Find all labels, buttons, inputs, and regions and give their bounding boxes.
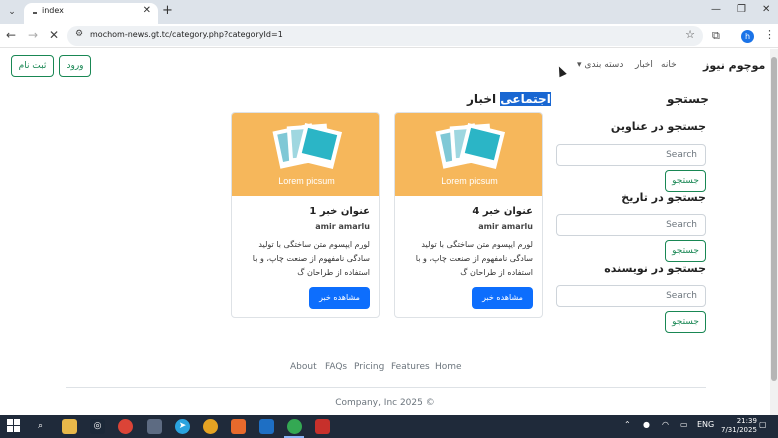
close-window-icon[interactable]: ✕ bbox=[762, 4, 770, 15]
nav-news[interactable]: اخبار bbox=[635, 60, 653, 70]
search-placeholder: Search bbox=[666, 150, 697, 160]
language-indicator[interactable]: ENG bbox=[697, 420, 714, 429]
search-placeholder: Search bbox=[666, 220, 697, 230]
tab-title: index bbox=[42, 6, 64, 15]
footer-link-pricing[interactable]: Pricing bbox=[354, 362, 384, 372]
app-icon[interactable] bbox=[315, 419, 330, 434]
login-button[interactable]: ورود bbox=[59, 55, 91, 77]
caret-down-icon: ▾ bbox=[577, 60, 582, 70]
web-page: موچوم نیوز خانه اخبار ▾ دسته بندی ورود ث… bbox=[0, 49, 770, 415]
heading-prefix: اخبار bbox=[467, 92, 497, 106]
system-clock[interactable]: 21:39 7/31/2025 bbox=[721, 417, 757, 435]
brand-logo[interactable]: موچوم نیوز bbox=[703, 59, 765, 72]
windows-start-icon[interactable] bbox=[6, 419, 21, 434]
footer-link-about[interactable]: About bbox=[290, 362, 317, 372]
image-caption: Lorem picsum bbox=[441, 176, 498, 186]
tab-strip: ⌄ index ✕ + — ❐ ✕ bbox=[0, 0, 778, 24]
nav-home[interactable]: خانه bbox=[661, 60, 677, 70]
card-author: amir amarlu bbox=[478, 222, 533, 231]
avatar[interactable]: h bbox=[741, 30, 754, 43]
app-icon[interactable] bbox=[231, 419, 246, 434]
card-image: Lorem picsum bbox=[232, 113, 379, 196]
microphone-icon[interactable]: ● bbox=[643, 420, 650, 429]
telegram-icon[interactable]: ➤ bbox=[175, 419, 190, 434]
news-card: Lorem picsum عنوان خبر 1 amir amarlu لور… bbox=[231, 112, 380, 318]
file-explorer-icon[interactable] bbox=[62, 419, 77, 434]
kebab-icon[interactable]: ⋮ bbox=[764, 28, 775, 41]
app-icon[interactable] bbox=[147, 419, 162, 434]
plus-icon[interactable]: + bbox=[162, 3, 173, 18]
puzzle-icon[interactable]: ⧉ bbox=[712, 29, 720, 43]
register-button[interactable]: ثبت نام bbox=[11, 55, 54, 77]
search-icon[interactable]: ⌕ bbox=[33, 419, 48, 434]
tab-favicon bbox=[33, 12, 37, 14]
view-news-button[interactable]: مشاهده خبر bbox=[472, 287, 533, 309]
address-bar[interactable]: ⚙ mochom-news.gt.tc/category.php?categor… bbox=[67, 26, 703, 46]
tune-icon[interactable]: ⚙ bbox=[75, 29, 83, 39]
chevron-up-icon[interactable]: ⌃ bbox=[624, 420, 631, 429]
chevron-down-icon[interactable]: ⌄ bbox=[5, 5, 19, 19]
card-author: amir amarlu bbox=[315, 222, 370, 231]
card-description: لورم ایپسوم متن ساختگی با تولید سادگی نا… bbox=[415, 240, 533, 277]
nav-category-label: دسته بندی bbox=[584, 60, 624, 70]
battery-icon[interactable]: ▭ bbox=[680, 420, 688, 429]
scrollbar-thumb[interactable] bbox=[771, 57, 777, 381]
card-title: عنوان خبر 1 bbox=[309, 206, 370, 217]
category-heading: اجتماعی اخبار bbox=[467, 92, 551, 106]
minimize-icon[interactable]: — bbox=[711, 4, 721, 15]
arrow-left-icon[interactable]: ← bbox=[6, 28, 16, 42]
taskbar: ⌕ ◎ ➤ ⌃ ● ◠ ▭ ENG 21:39 7/31/2025 ▢ bbox=[0, 415, 778, 438]
photos-icon bbox=[435, 122, 506, 170]
footer-link-features[interactable]: Features bbox=[391, 362, 430, 372]
search-titles-input[interactable]: Search bbox=[556, 144, 706, 166]
search-titles-heading: جستجو در عناوین bbox=[610, 120, 706, 133]
clock-time: 21:39 bbox=[736, 417, 757, 425]
heading-highlight: اجتماعی bbox=[500, 92, 551, 106]
footer-divider bbox=[66, 387, 706, 388]
search-date-input[interactable]: Search bbox=[556, 214, 706, 236]
search-date-heading: جستجو در تاریخ bbox=[621, 191, 706, 204]
view-news-button[interactable]: مشاهده خبر bbox=[309, 287, 370, 309]
news-card: Lorem picsum عنوان خبر 4 amir amarlu لور… bbox=[394, 112, 543, 318]
browser-tab[interactable]: index ✕ bbox=[24, 3, 158, 24]
card-image: Lorem picsum bbox=[395, 113, 542, 196]
stop-loading-icon[interactable]: ✕ bbox=[49, 28, 59, 42]
notification-icon[interactable]: ▢ bbox=[759, 420, 767, 429]
arrow-right-icon[interactable]: → bbox=[28, 28, 38, 42]
nav-category-dropdown[interactable]: ▾ دسته بندی bbox=[577, 60, 623, 70]
clock-date: 7/31/2025 bbox=[721, 426, 757, 434]
sidebar-title: جستجو bbox=[667, 92, 709, 106]
app-icon[interactable] bbox=[203, 419, 218, 434]
search-placeholder: Search bbox=[666, 291, 697, 301]
close-icon[interactable]: ✕ bbox=[143, 5, 151, 16]
search-author-input[interactable]: Search bbox=[556, 285, 706, 307]
url-text[interactable]: mochom-news.gt.tc/category.php?categoryI… bbox=[90, 30, 283, 39]
card-title: عنوان خبر 4 bbox=[472, 206, 533, 217]
footer-link-faqs[interactable]: FAQs bbox=[325, 362, 347, 372]
vscode-icon[interactable] bbox=[259, 419, 274, 434]
image-caption: Lorem picsum bbox=[278, 176, 335, 186]
mouse-cursor bbox=[555, 64, 567, 78]
chrome-icon[interactable] bbox=[118, 419, 133, 434]
wifi-icon[interactable]: ◠ bbox=[662, 420, 669, 429]
card-description: لورم ایپسوم متن ساختگی با تولید سادگی نا… bbox=[252, 240, 370, 277]
search-author-button[interactable]: جستجو bbox=[665, 311, 706, 333]
search-titles-button[interactable]: جستجو bbox=[665, 170, 706, 192]
restore-icon[interactable]: ❐ bbox=[737, 4, 746, 15]
search-author-heading: جستجو در نویسنده bbox=[604, 262, 706, 275]
steam-icon[interactable]: ◎ bbox=[90, 419, 105, 434]
photos-icon bbox=[272, 122, 343, 170]
footer-link-home[interactable]: Home bbox=[435, 362, 462, 372]
star-icon[interactable]: ☆ bbox=[685, 28, 695, 41]
chrome-icon[interactable] bbox=[287, 419, 302, 434]
copyright-text: Company, Inc 2025 © bbox=[335, 398, 435, 408]
search-date-button[interactable]: جستجو bbox=[665, 240, 706, 262]
browser-toolbar: ← → ✕ ⚙ mochom-news.gt.tc/category.php?c… bbox=[0, 24, 778, 48]
page-scrollbar[interactable] bbox=[770, 49, 778, 415]
